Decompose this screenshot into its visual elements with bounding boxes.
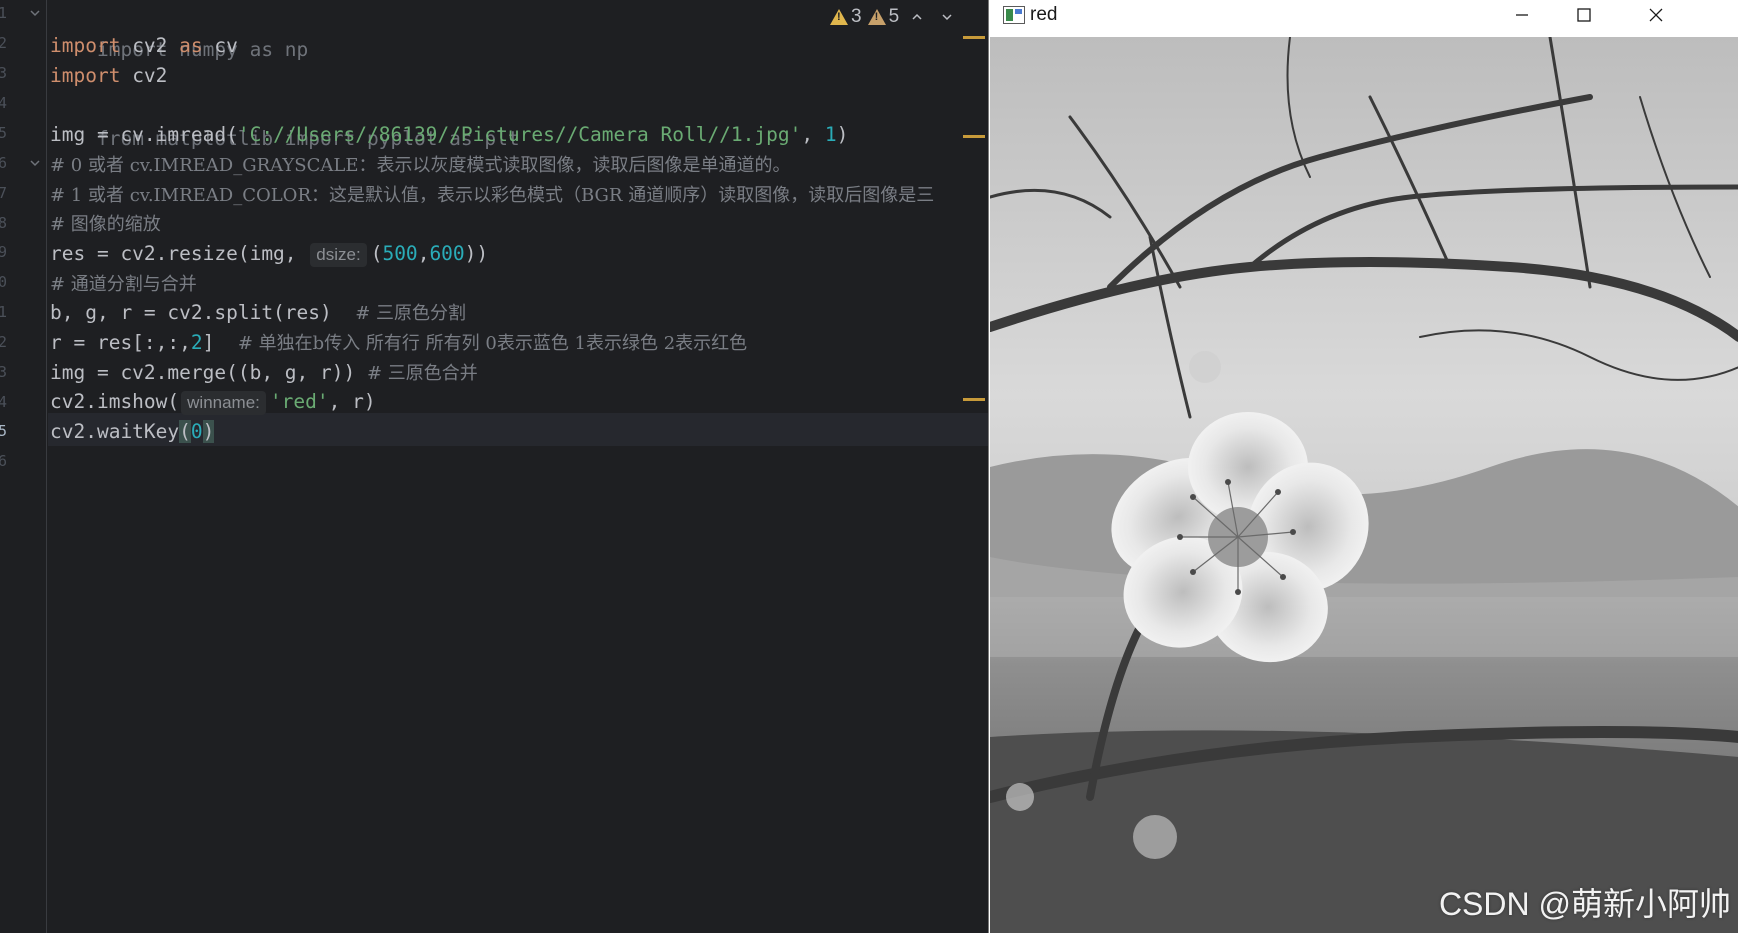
line-number: 6 bbox=[0, 154, 8, 172]
line-number: 2 bbox=[0, 333, 8, 351]
code-keyword: as bbox=[179, 34, 203, 57]
code-comment: # 三原色分割 bbox=[355, 303, 467, 324]
minimize-button[interactable] bbox=[1491, 0, 1553, 30]
code-token: )) bbox=[464, 242, 489, 265]
plum-blossom-image bbox=[990, 37, 1738, 933]
line-number: 1 bbox=[0, 4, 8, 22]
code-token: cv bbox=[202, 34, 238, 57]
line-number: 1 bbox=[0, 303, 8, 321]
line-number: 7 bbox=[0, 184, 8, 202]
line-number-gutter: 1 2 3 4 5 6 7 8 9 0 1 2 3 4 5 6 bbox=[0, 0, 47, 933]
maximize-button[interactable] bbox=[1553, 0, 1615, 30]
code-token: ] bbox=[202, 331, 238, 354]
code-line[interactable]: b, g, r = cv2.split(res) # 三原色分割 bbox=[50, 296, 466, 329]
line-number: 9 bbox=[0, 243, 8, 261]
chevron-down-icon bbox=[942, 14, 952, 21]
warning-icon bbox=[830, 9, 848, 25]
weak-warning-icon bbox=[867, 9, 886, 25]
code-line[interactable]: img = cv.imread('C://Users//86139//Pictu… bbox=[50, 118, 848, 151]
maximize-icon bbox=[1577, 8, 1591, 22]
code-comment: # 图像的缩放 bbox=[50, 214, 161, 235]
code-string: 'red' bbox=[269, 390, 329, 413]
parameter-hint: winname: bbox=[181, 390, 266, 415]
parameter-hint: dsize: bbox=[310, 242, 367, 267]
code-number: 1 bbox=[824, 123, 837, 146]
code-line[interactable]: cv2.imshow(winname:'red', r) bbox=[50, 385, 376, 418]
line-number: 4 bbox=[0, 94, 8, 112]
line-number: 3 bbox=[0, 363, 8, 381]
code-token: ) bbox=[836, 123, 849, 146]
code-token: img = cv.imread( bbox=[50, 123, 238, 146]
next-highlight-button[interactable] bbox=[935, 5, 959, 29]
minimize-icon bbox=[1516, 14, 1528, 16]
code-token: , bbox=[417, 242, 430, 265]
code-line[interactable]: r = res[:,:,2] # 单独在b传入 所有行 所有列 0表示蓝色 1表… bbox=[50, 326, 747, 359]
code-token: cv2.waitKey bbox=[50, 420, 180, 443]
matched-brace: ) bbox=[202, 420, 215, 443]
close-icon bbox=[1649, 8, 1663, 22]
code-number: 600 bbox=[429, 242, 465, 265]
error-stripe-mark[interactable] bbox=[963, 36, 985, 39]
warnings-indicator[interactable]: 3 bbox=[830, 6, 862, 28]
app-image-icon bbox=[1003, 6, 1025, 24]
code-line[interactable]: import cv2 bbox=[50, 59, 167, 92]
code-token: b, g, r = cv2.split(res) bbox=[50, 301, 356, 324]
code-line[interactable]: # 图像的缩放 bbox=[50, 207, 161, 240]
previous-highlight-button[interactable] bbox=[905, 5, 929, 29]
line-number: 5 bbox=[0, 124, 8, 142]
line-number: 4 bbox=[0, 393, 8, 411]
line-number: 2 bbox=[0, 34, 8, 52]
code-token: cv2 bbox=[120, 34, 180, 57]
watermark-text: CSDN @萌新小阿帅 bbox=[1438, 886, 1731, 922]
weak-warnings-indicator[interactable]: 5 bbox=[867, 6, 900, 28]
close-button[interactable] bbox=[1625, 0, 1687, 30]
code-comment: # 通道分割与合并 bbox=[50, 274, 197, 295]
inspection-widget[interactable]: 3 5 bbox=[830, 4, 959, 30]
code-token: cv2.imshow( bbox=[50, 390, 180, 413]
grayscale-photo: CSDN @萌新小阿帅 bbox=[990, 37, 1738, 933]
code-line[interactable]: res = cv2.resize(img, dsize: (500,600)) bbox=[50, 237, 488, 270]
code-editor[interactable]: 1 2 3 4 5 6 7 8 9 0 1 2 3 4 5 6 import n… bbox=[0, 0, 988, 933]
code-line[interactable]: # 1 或者 cv.IMREAD_COLOR：这是默认值，表示以彩色模式（BGR… bbox=[50, 178, 934, 211]
code-line[interactable]: # 0 或者 cv.IMREAD_GRAYSCALE：表示以灰度模式读取图像，读… bbox=[50, 148, 790, 181]
code-number: 2 bbox=[190, 331, 203, 354]
code-keyword: import bbox=[50, 34, 121, 57]
code-token: res = cv2.resize(img, bbox=[50, 242, 309, 265]
code-string: 'C://Users//86139//Pictures//Camera Roll… bbox=[237, 123, 802, 146]
code-token: img = cv2.merge((b, g, r)) bbox=[50, 361, 367, 384]
matched-brace: ( bbox=[179, 420, 191, 443]
weak-warnings-count: 5 bbox=[888, 6, 900, 27]
code-line-current[interactable]: cv2.waitKey(0) bbox=[50, 415, 215, 448]
line-number: 0 bbox=[0, 273, 8, 291]
fold-chevron-icon[interactable] bbox=[28, 156, 42, 170]
code-token: , bbox=[801, 123, 825, 146]
code-line[interactable]: import cv2 as cv bbox=[50, 29, 238, 62]
error-stripe-mark[interactable] bbox=[963, 398, 985, 401]
code-token: ( bbox=[370, 242, 383, 265]
line-number: 8 bbox=[0, 214, 8, 232]
code-token: r = res[:,:, bbox=[50, 331, 191, 354]
fold-chevron-icon[interactable] bbox=[28, 6, 42, 20]
line-number-current: 5 bbox=[0, 422, 8, 440]
code-comment: # 单独在b传入 所有行 所有列 0表示蓝色 1表示绿色 2表示红色 bbox=[237, 333, 748, 354]
code-comment: # 三原色合并 bbox=[366, 363, 478, 384]
image-window[interactable]: red CSDN @萌新小阿帅 bbox=[988, 0, 1738, 933]
line-number: 3 bbox=[0, 64, 8, 82]
window-titlebar[interactable]: red bbox=[989, 0, 1738, 36]
chevron-up-icon bbox=[912, 13, 922, 20]
error-stripe-mark[interactable] bbox=[963, 135, 985, 138]
code-keyword: import bbox=[50, 64, 121, 87]
code-comment: # 0 或者 cv.IMREAD_GRAYSCALE：表示以灰度模式读取图像，读… bbox=[50, 155, 791, 176]
code-token: cv2 bbox=[120, 64, 168, 87]
code-number: 500 bbox=[382, 242, 418, 265]
code-number: 0 bbox=[190, 420, 203, 443]
window-title: red bbox=[1030, 4, 1058, 25]
code-token: , r) bbox=[328, 390, 376, 413]
warnings-count: 3 bbox=[851, 6, 862, 27]
code-comment: # 1 或者 cv.IMREAD_COLOR：这是默认值，表示以彩色模式（BGR… bbox=[50, 185, 935, 206]
line-number: 6 bbox=[0, 452, 8, 470]
